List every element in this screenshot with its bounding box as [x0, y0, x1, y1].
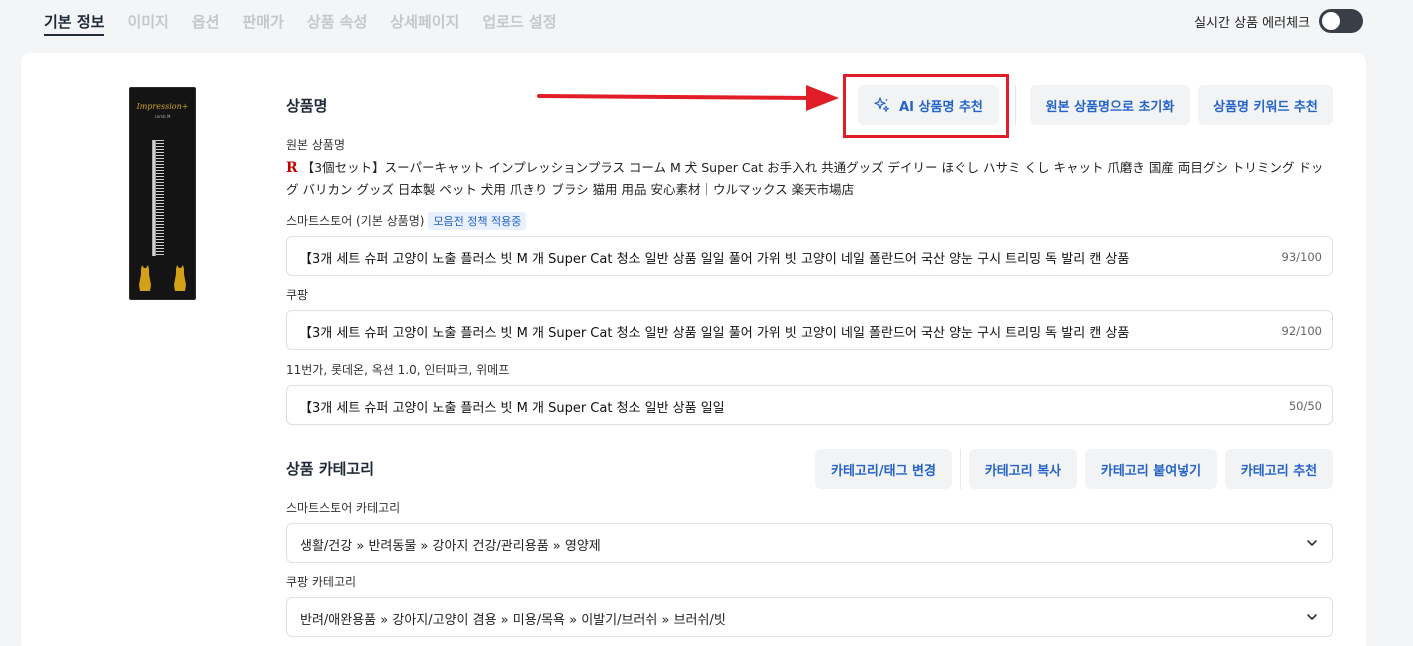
policy-badge: 모음전 정책 적용중	[428, 212, 527, 230]
other-markets-name-label: 11번가, 롯데온, 옥션 1.0, 인터파크, 위메프	[286, 363, 510, 377]
original-name-value: R 【3個セット】スーパーキャット インプレッションプラス コーム M 犬 Sup…	[286, 157, 1326, 201]
tab-upload-settings[interactable]: 업로드 설정	[482, 0, 556, 36]
top-bar: 기본 정보 이미지 옵션 판매가 상품 속성 상세페이지 업로드 설정 실시간 …	[0, 0, 1413, 44]
smartstore-name-label: 스마트스토어 (기본 상품명) 모음전 정책 적용중	[286, 212, 527, 230]
reset-original-name-button[interactable]: 원본 상품명으로 초기화	[1030, 85, 1190, 125]
category-paste-button[interactable]: 카테고리 붙여넣기	[1085, 449, 1217, 489]
tab-images[interactable]: 이미지	[127, 0, 168, 36]
realtime-error-check-toggle[interactable]	[1319, 9, 1363, 33]
chevron-down-icon	[1307, 540, 1317, 546]
tab-detail-page[interactable]: 상세페이지	[390, 0, 459, 36]
product-image: Impression+ comb M	[129, 87, 196, 300]
coupang-category-label: 쿠팡 카테고리	[286, 575, 357, 589]
toggle-knob	[1322, 12, 1340, 30]
cat-silhouette-icon	[174, 265, 186, 291]
coupang-name-char-count: 92/100	[1281, 324, 1322, 338]
name-keyword-recommend-button[interactable]: 상품명 키워드 추천	[1198, 85, 1333, 125]
smartstore-name-input[interactable]: 【3개 세트 슈퍼 고양이 노출 플러스 빗 M 개 Super Cat 청소 …	[286, 236, 1333, 276]
product-brand-sub: comb M	[154, 114, 171, 119]
category-copy-button[interactable]: 카테고리 복사	[969, 449, 1077, 489]
original-name-label: 원본 상품명	[286, 138, 346, 152]
smartstore-category-label: 스마트스토어 카테고리	[286, 501, 401, 515]
rakuten-icon: R	[286, 160, 298, 176]
tab-attributes[interactable]: 상품 속성	[307, 0, 367, 36]
category-tag-change-button[interactable]: 카테고리/태그 변경	[815, 449, 952, 489]
coupang-category-select[interactable]: 반려/애완용품 » 강아지/고양이 겸용 » 미용/목욕 » 이발기/브러쉬 »…	[286, 597, 1333, 637]
realtime-error-check-label: 실시간 상품 에러체크	[1194, 15, 1310, 31]
original-name-text: 【3個セット】スーパーキャット インプレッションプラス コーム M 犬 Supe…	[286, 160, 1324, 197]
other-markets-name-value: 【3개 세트 슈퍼 고양이 노출 플러스 빗 M 개 Super Cat 청소 …	[299, 401, 725, 416]
tab-options[interactable]: 옵션	[192, 0, 220, 36]
smartstore-name-char-count: 93/100	[1281, 250, 1322, 264]
category-recommend-button[interactable]: 카테고리 추천	[1225, 449, 1333, 489]
smartstore-name-value: 【3개 세트 슈퍼 고양이 노출 플러스 빗 M 개 Super Cat 청소 …	[299, 252, 1130, 267]
coupang-category-value: 반려/애완용품 » 강아지/고양이 겸용 » 미용/목욕 » 이발기/브러쉬 »…	[300, 613, 726, 628]
smartstore-category-value: 생활/건강 » 반려동물 » 강아지 건강/관리용품 » 영양제	[300, 539, 601, 554]
other-markets-name-char-count: 50/50	[1288, 399, 1322, 413]
coupang-name-label: 쿠팡	[286, 288, 309, 302]
chevron-down-icon	[1307, 614, 1317, 620]
realtime-error-check: 실시간 상품 에러체크	[1194, 9, 1363, 33]
smartstore-category-select[interactable]: 생활/건강 » 반려동물 » 강아지 건강/관리용품 » 영양제	[286, 523, 1333, 563]
tab-bar: 기본 정보 이미지 옵션 판매가 상품 속성 상세페이지 업로드 설정	[44, 0, 580, 40]
product-name-title: 상품명	[286, 97, 328, 115]
category-title: 상품 카테고리	[286, 460, 375, 478]
coupang-name-value: 【3개 세트 슈퍼 고양이 노출 플러스 빗 M 개 Super Cat 청소 …	[299, 326, 1130, 341]
coupang-name-input[interactable]: 【3개 세트 슈퍼 고양이 노출 플러스 빗 M 개 Super Cat 청소 …	[286, 310, 1333, 350]
tab-price[interactable]: 판매가	[242, 0, 283, 36]
annotation-arrow-icon	[537, 85, 839, 111]
button-divider	[1015, 85, 1016, 125]
product-brand: Impression+	[136, 102, 189, 111]
annotation-highlight-box	[843, 74, 1009, 138]
other-markets-name-input[interactable]: 【3개 세트 슈퍼 고양이 노출 플러스 빗 M 개 Super Cat 청소 …	[286, 385, 1333, 425]
cat-silhouette-icon	[139, 265, 151, 291]
button-divider	[960, 449, 961, 489]
comb-teeth	[156, 140, 164, 256]
smartstore-name-label-text: 스마트스토어 (기본 상품명)	[286, 214, 425, 228]
tab-basic-info[interactable]: 기본 정보	[44, 0, 105, 36]
